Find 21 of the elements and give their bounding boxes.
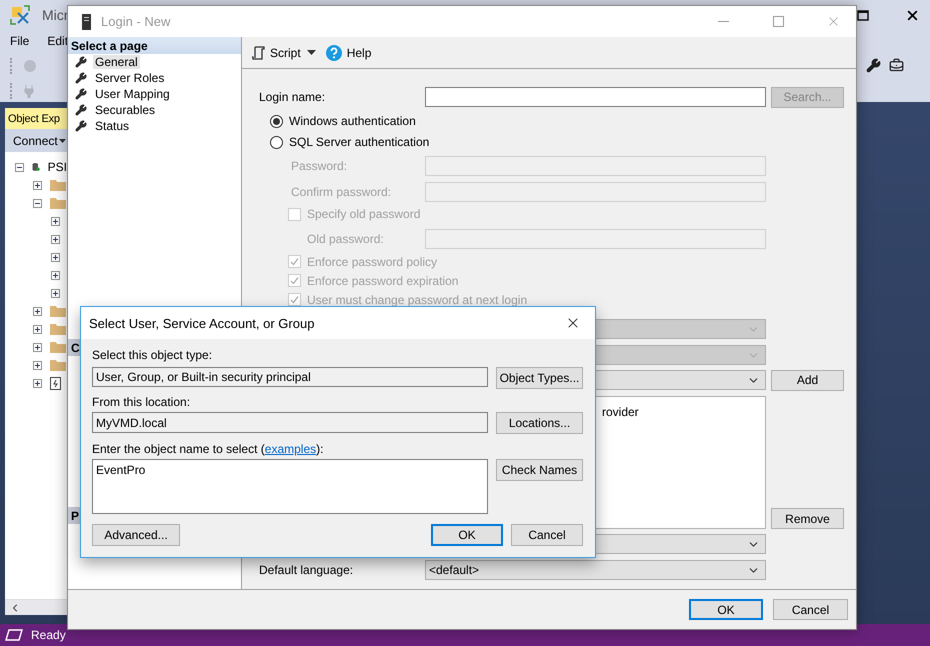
- field-label: Password:: [290, 159, 348, 173]
- checkbox-label: Enforce password policy: [307, 254, 438, 268]
- status-text: Ready: [31, 628, 66, 642]
- location-field: MyVMD.local: [92, 412, 488, 433]
- field-label: From this location:: [92, 395, 192, 409]
- app-title: Micr: [42, 7, 68, 23]
- radio-label: SQL Server authentication: [289, 135, 430, 149]
- object-type-field: User, Group, or Built-in security principal: [92, 367, 488, 387]
- field-label: Confirm password:: [290, 185, 392, 199]
- radio-label: Windows authentication: [289, 114, 416, 128]
- window-title: Select User, Service Account, or Group: [89, 316, 314, 330]
- field-label: Default language:: [259, 563, 354, 577]
- pages-header: Select a page: [68, 37, 241, 54]
- field-label: Login name:: [259, 90, 326, 104]
- window-title: Login - New: [101, 14, 170, 29]
- checkbox-label: User must change password at next login: [307, 292, 528, 306]
- field-label: Enter the object name to select (examples):: [92, 442, 324, 456]
- panel-title: Object Exp: [8, 112, 60, 124]
- field-label: Old password:: [306, 232, 385, 246]
- checkbox-label: Specify old password: [307, 207, 420, 221]
- checkbox-label: Enforce password expiration: [307, 274, 458, 288]
